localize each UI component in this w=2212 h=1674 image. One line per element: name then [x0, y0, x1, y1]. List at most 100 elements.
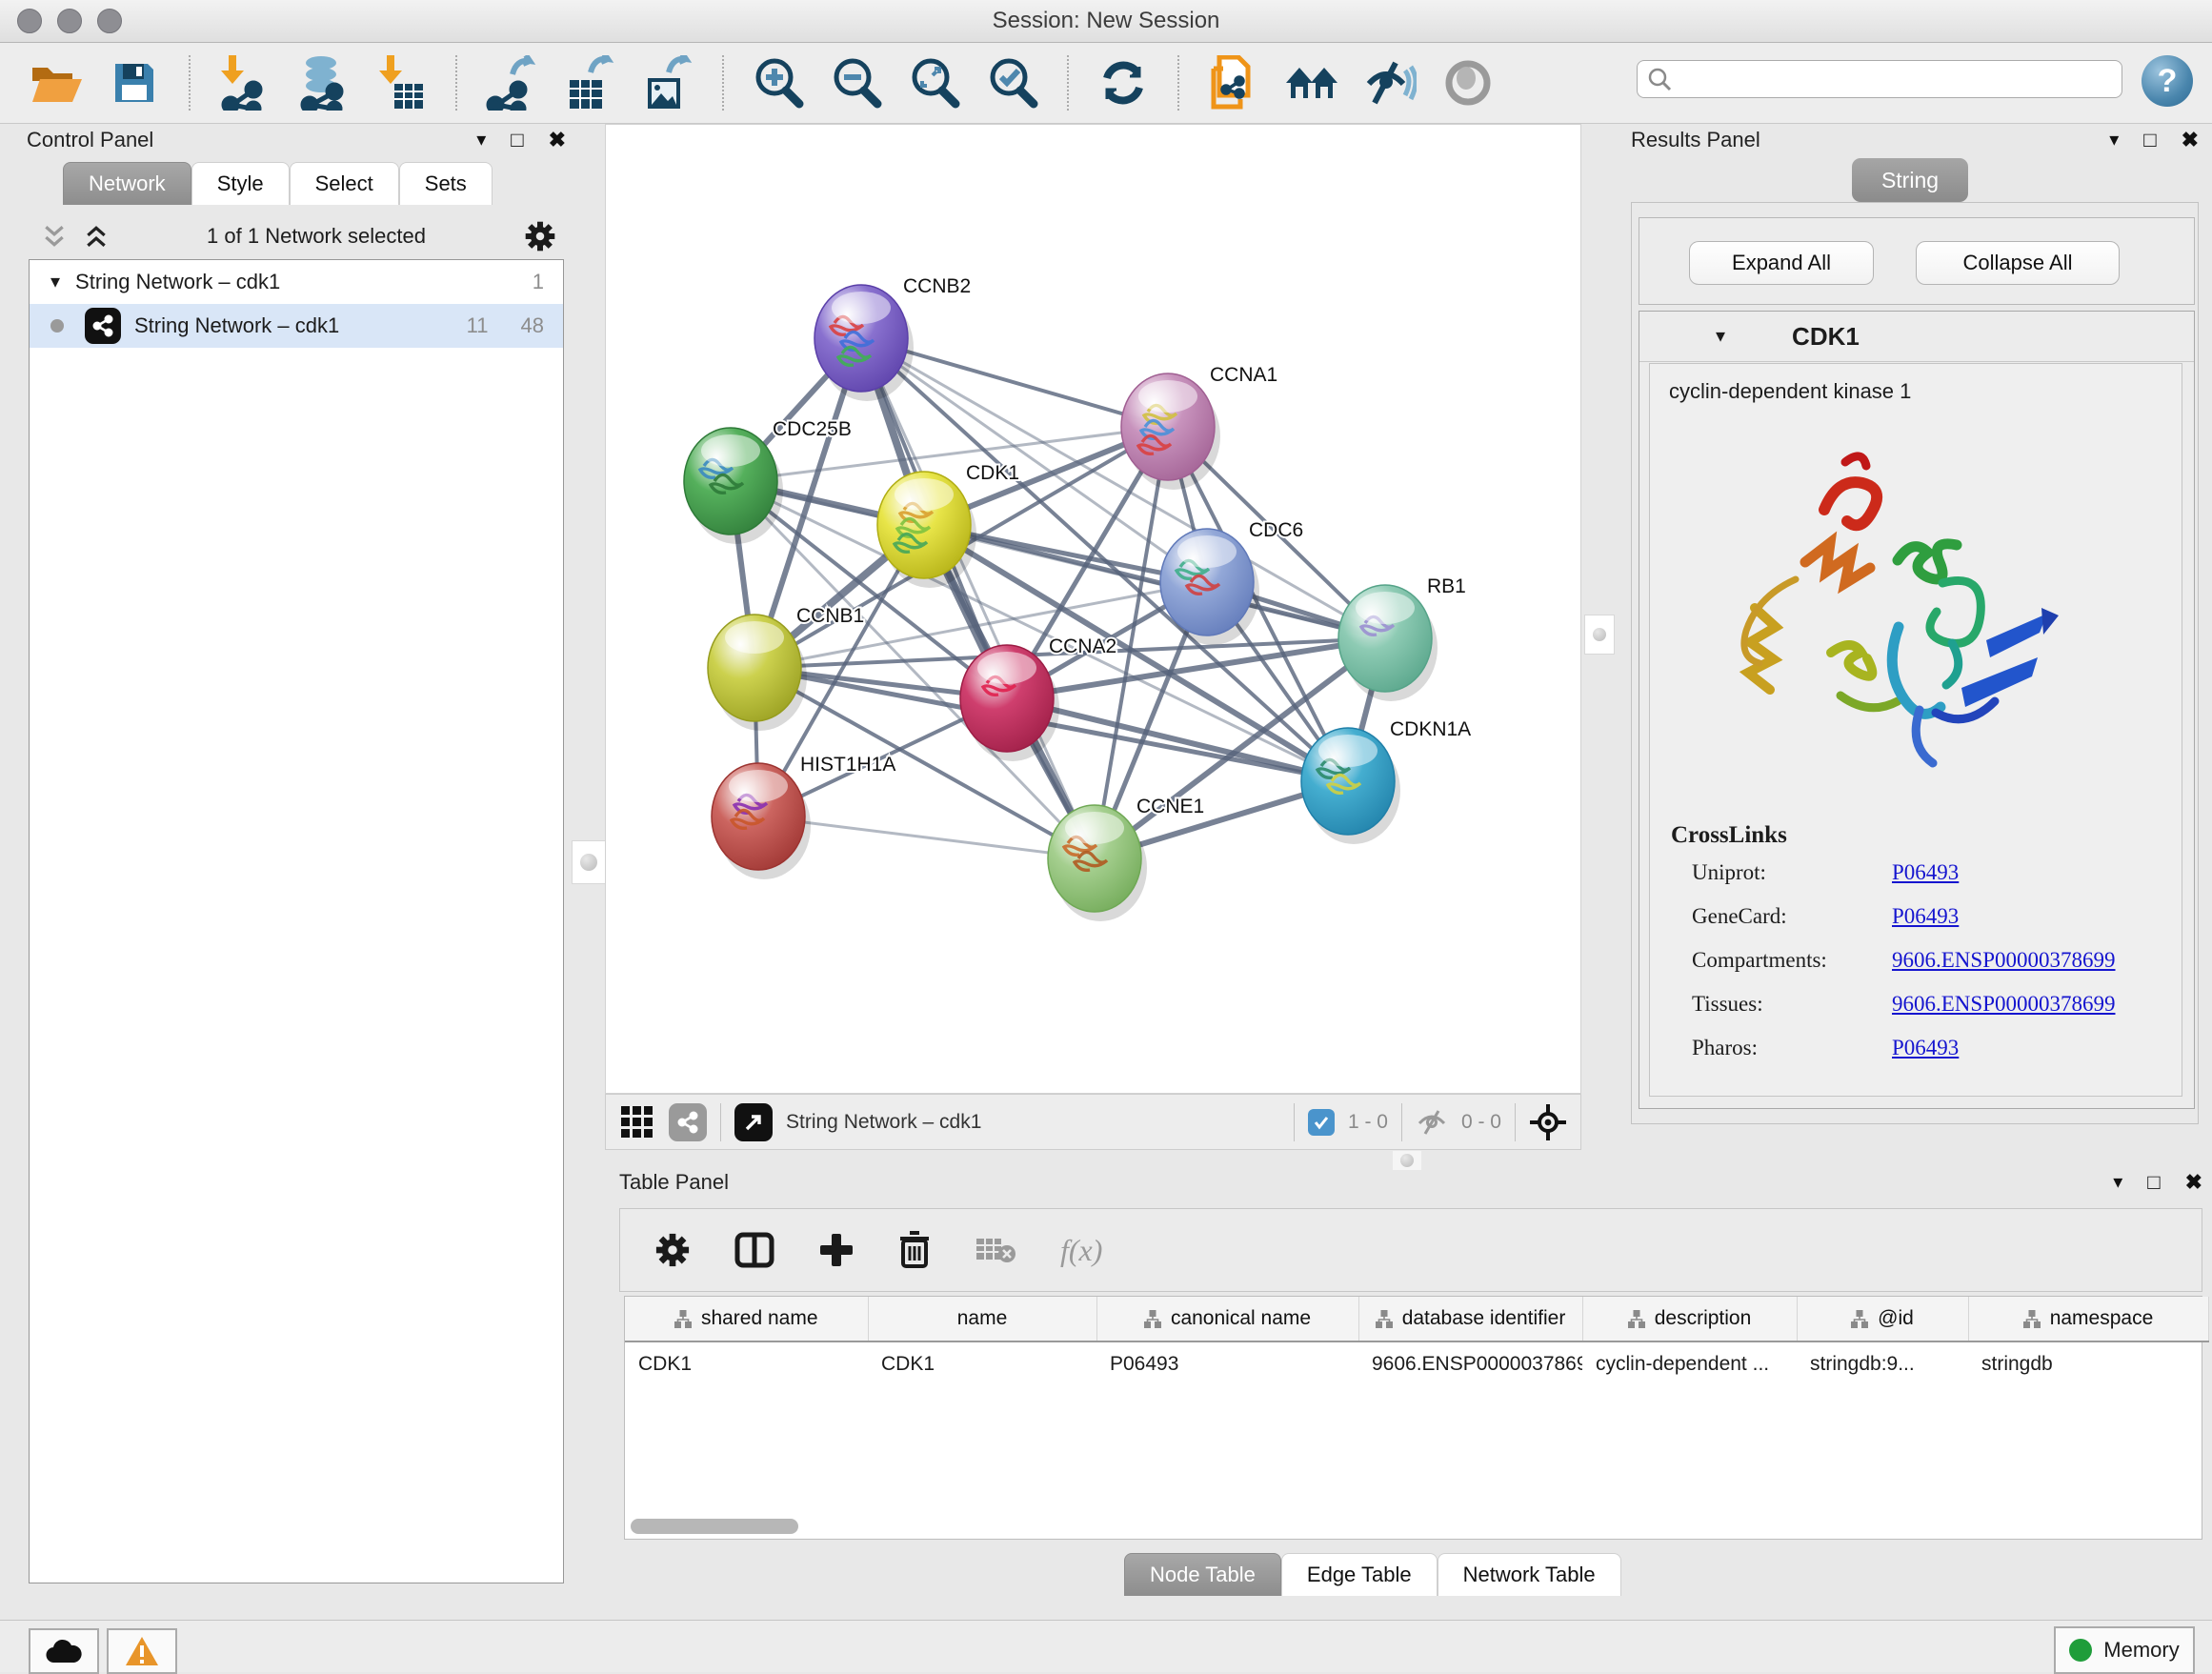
crosslink-link[interactable]: P06493: [1892, 860, 1959, 885]
horizontal-splitter-handle[interactable]: [1393, 1151, 1421, 1170]
node-CDC6[interactable]: CDC6: [1160, 519, 1303, 645]
table-cell[interactable]: cyclin-dependent ...: [1582, 1341, 1797, 1386]
network-graph[interactable]: CCNB2CCNA1CDC25BCDK1CDC6RB1CCNB1CCNA2CDK…: [606, 125, 1580, 1093]
hidden-eye-icon[interactable]: [1416, 1108, 1448, 1137]
node-RB1[interactable]: RB1: [1338, 575, 1466, 701]
table-gear-icon[interactable]: [654, 1232, 691, 1268]
crosslink-link[interactable]: 9606.ENSP00000378699: [1892, 948, 2116, 973]
cloud-icon: [45, 1638, 83, 1664]
zoom-in-button[interactable]: [751, 55, 806, 111]
zoom-selected-button[interactable]: [985, 55, 1040, 111]
network-row-selected[interactable]: String Network – cdk1 11 48: [30, 304, 563, 348]
crosshair-icon[interactable]: [1529, 1103, 1567, 1141]
entry-expander-icon[interactable]: ▾: [1716, 327, 1725, 346]
column-header-shared-name[interactable]: shared name: [625, 1297, 868, 1341]
tab-network[interactable]: Network: [63, 162, 191, 205]
node-HIST1H1A[interactable]: HIST1H1A: [712, 754, 895, 879]
float-panel-icon[interactable]: □: [2147, 1170, 2160, 1195]
warning-button[interactable]: [107, 1628, 177, 1674]
network-view-toolbar: String Network – cdk1 1 - 0 0 - 0: [605, 1094, 1581, 1150]
network-canvas[interactable]: CCNB2CCNA1CDC25BCDK1CDC6RB1CCNB1CCNA2CDK…: [605, 124, 1581, 1094]
import-network-from-database-button[interactable]: [295, 55, 351, 111]
import-network-button[interactable]: [217, 55, 272, 111]
node-CDKN1A[interactable]: CDKN1A: [1301, 718, 1471, 844]
table-row[interactable]: CDK1CDK1P064939606.ENSP00000378699cyclin…: [625, 1341, 2208, 1386]
tab-sets[interactable]: Sets: [399, 162, 493, 205]
crosslink-link[interactable]: 9606.ENSP00000378699: [1892, 992, 2116, 1017]
import-table-button[interactable]: [373, 55, 429, 111]
table-hscrollbar-thumb[interactable]: [631, 1519, 798, 1534]
left-splitter-handle[interactable]: [572, 840, 606, 884]
close-panel-icon[interactable]: ✖: [2185, 1170, 2202, 1195]
tab-node-table[interactable]: Node Table: [1124, 1553, 1281, 1596]
table-cell[interactable]: CDK1: [868, 1341, 1096, 1386]
results-tab-string[interactable]: String: [1852, 158, 1968, 202]
panel-menu-icon[interactable]: ▾: [476, 131, 486, 150]
export-image-button[interactable]: [640, 55, 695, 111]
function-builder-button[interactable]: f(x): [1060, 1233, 1102, 1268]
table-cell[interactable]: stringdb: [1968, 1341, 2208, 1386]
delete-column-icon[interactable]: [898, 1231, 931, 1269]
table-cell[interactable]: P06493: [1096, 1341, 1358, 1386]
fit-content-button[interactable]: [907, 55, 962, 111]
node-CCNB2[interactable]: CCNB2: [814, 275, 971, 401]
open-session-button[interactable]: [29, 55, 84, 111]
table-tabs: Node TableEdge TableNetwork Table: [1124, 1553, 1621, 1596]
tab-select[interactable]: Select: [290, 162, 399, 205]
column-header-canonical-name[interactable]: canonical name: [1096, 1297, 1358, 1341]
close-panel-icon[interactable]: ✖: [549, 128, 566, 152]
zoom-out-button[interactable]: [829, 55, 884, 111]
add-column-icon[interactable]: [818, 1232, 855, 1268]
table-cell[interactable]: 9606.ENSP00000378699: [1358, 1341, 1582, 1386]
export-table-button[interactable]: [562, 55, 617, 111]
table-cell[interactable]: stringdb:9...: [1797, 1341, 1968, 1386]
float-panel-icon[interactable]: □: [2143, 128, 2156, 152]
table-cell[interactable]: CDK1: [625, 1341, 868, 1386]
columns-icon[interactable]: [734, 1232, 774, 1268]
collection-expander-icon[interactable]: ▾: [50, 272, 60, 292]
export-network-button[interactable]: [484, 55, 539, 111]
node-CCNA1[interactable]: CCNA1: [1121, 364, 1277, 490]
network-collection-row[interactable]: ▾ String Network – cdk1 1: [30, 260, 563, 304]
crosslink-link[interactable]: P06493: [1892, 1036, 1959, 1060]
tab-network-table[interactable]: Network Table: [1438, 1553, 1621, 1596]
homes-button[interactable]: [1284, 55, 1339, 111]
panel-menu-icon[interactable]: ▾: [2109, 131, 2119, 150]
column-header-description[interactable]: description: [1582, 1297, 1797, 1341]
memory-button[interactable]: Memory: [2054, 1626, 2195, 1674]
edge-CCNB2-CCNE1[interactable]: [861, 338, 1095, 858]
expand-all-icon[interactable]: [84, 224, 109, 249]
cloud-button[interactable]: [29, 1628, 99, 1674]
grid-view-icon[interactable]: [619, 1104, 655, 1140]
string-pages-button[interactable]: [1206, 55, 1261, 111]
delete-table-icon[interactable]: [975, 1235, 1016, 1265]
column-header-name[interactable]: name: [868, 1297, 1096, 1341]
tab-edge-table[interactable]: Edge Table: [1281, 1553, 1438, 1596]
collapse-all-button[interactable]: Collapse All: [1916, 241, 2120, 285]
help-button[interactable]: ?: [2142, 55, 2193, 107]
save-session-button[interactable]: [107, 55, 162, 111]
collapse-all-icon[interactable]: [42, 224, 67, 249]
crosslink-link[interactable]: P06493: [1892, 904, 1959, 929]
detach-view-button[interactable]: [734, 1103, 773, 1141]
gear-icon[interactable]: [524, 220, 556, 252]
column-header-namespace[interactable]: namespace: [1968, 1297, 2208, 1341]
close-panel-icon[interactable]: ✖: [2182, 128, 2199, 152]
column-header-database-identifier[interactable]: database identifier: [1358, 1297, 1582, 1341]
panel-menu-icon[interactable]: ▾: [2113, 1173, 2122, 1192]
float-panel-icon[interactable]: □: [511, 128, 523, 152]
node-label-RB1: RB1: [1427, 575, 1466, 597]
node-table[interactable]: shared namenamecanonical namedatabase id…: [624, 1296, 2202, 1540]
selected-checkbox[interactable]: [1308, 1109, 1335, 1136]
right-splitter-handle[interactable]: [1584, 615, 1615, 655]
tab-style[interactable]: Style: [191, 162, 290, 205]
expand-all-button[interactable]: Expand All: [1689, 241, 1874, 285]
eye-sphere-button[interactable]: [1440, 55, 1496, 111]
entry-header[interactable]: ▾ CDK1: [1639, 312, 2194, 362]
hide-eye-button[interactable]: [1362, 55, 1418, 111]
search-input[interactable]: [1672, 68, 2122, 91]
node-CCNE1[interactable]: CCNE1: [1048, 796, 1204, 921]
network-view-type-icon[interactable]: [669, 1103, 707, 1141]
column-header--id[interactable]: @id: [1797, 1297, 1968, 1341]
refresh-button[interactable]: [1096, 55, 1151, 111]
